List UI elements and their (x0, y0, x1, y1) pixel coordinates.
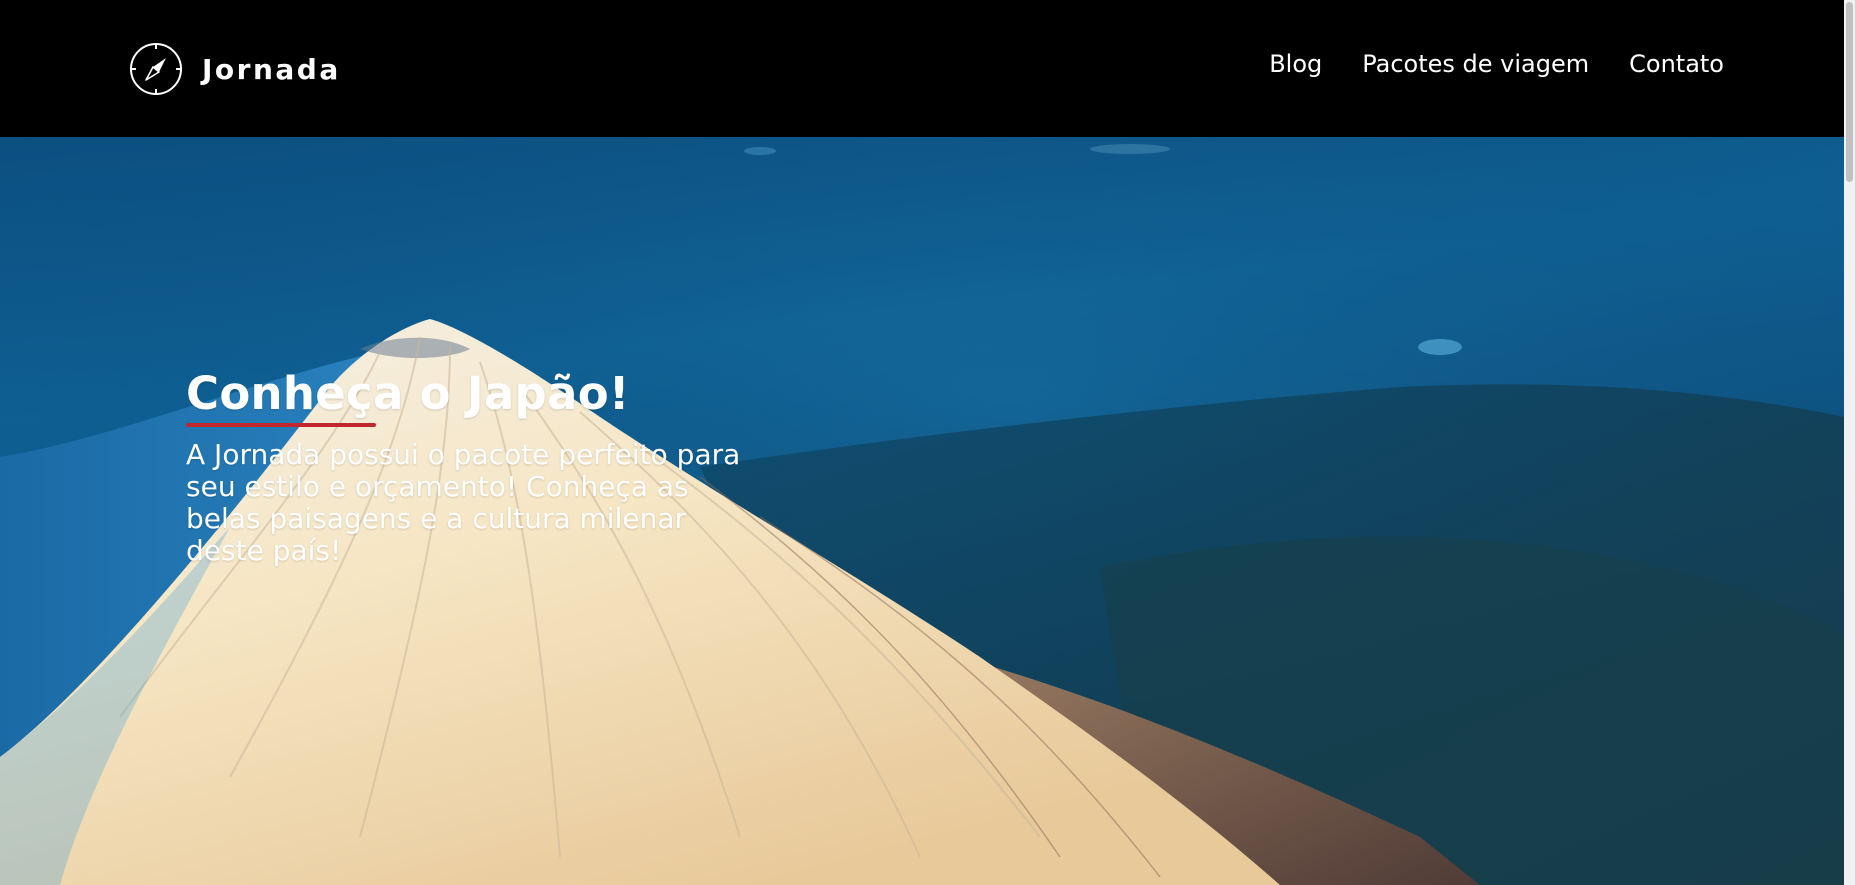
title-underline-accent (186, 422, 376, 427)
nav-link-blog[interactable]: Blog (1269, 50, 1322, 78)
brand-logo-link[interactable]: Jornada (128, 41, 341, 97)
hero-content: Conheça o Japão! A Jornada possui o paco… (186, 369, 786, 567)
nav-link-travel-packages[interactable]: Pacotes de viagem (1362, 50, 1589, 78)
page-scrollbar[interactable] (1844, 0, 1855, 885)
nav-link-contact[interactable]: Contato (1629, 50, 1724, 78)
main-nav: Blog Pacotes de viagem Contato (1269, 50, 1724, 78)
site-header: Jornada Blog Pacotes de viagem Contato (0, 0, 1844, 137)
hero-banner: Conheça o Japão! A Jornada possui o paco… (0, 137, 1844, 885)
brand-name: Jornada (202, 52, 341, 86)
scrollbar-thumb[interactable] (1846, 2, 1853, 182)
page: Jornada Blog Pacotes de viagem Contato C… (0, 0, 1855, 885)
compass-icon (130, 43, 182, 95)
hero-title: Conheça o Japão! (186, 367, 630, 420)
hero-description: A Jornada possui o pacote perfeito para … (186, 437, 741, 567)
